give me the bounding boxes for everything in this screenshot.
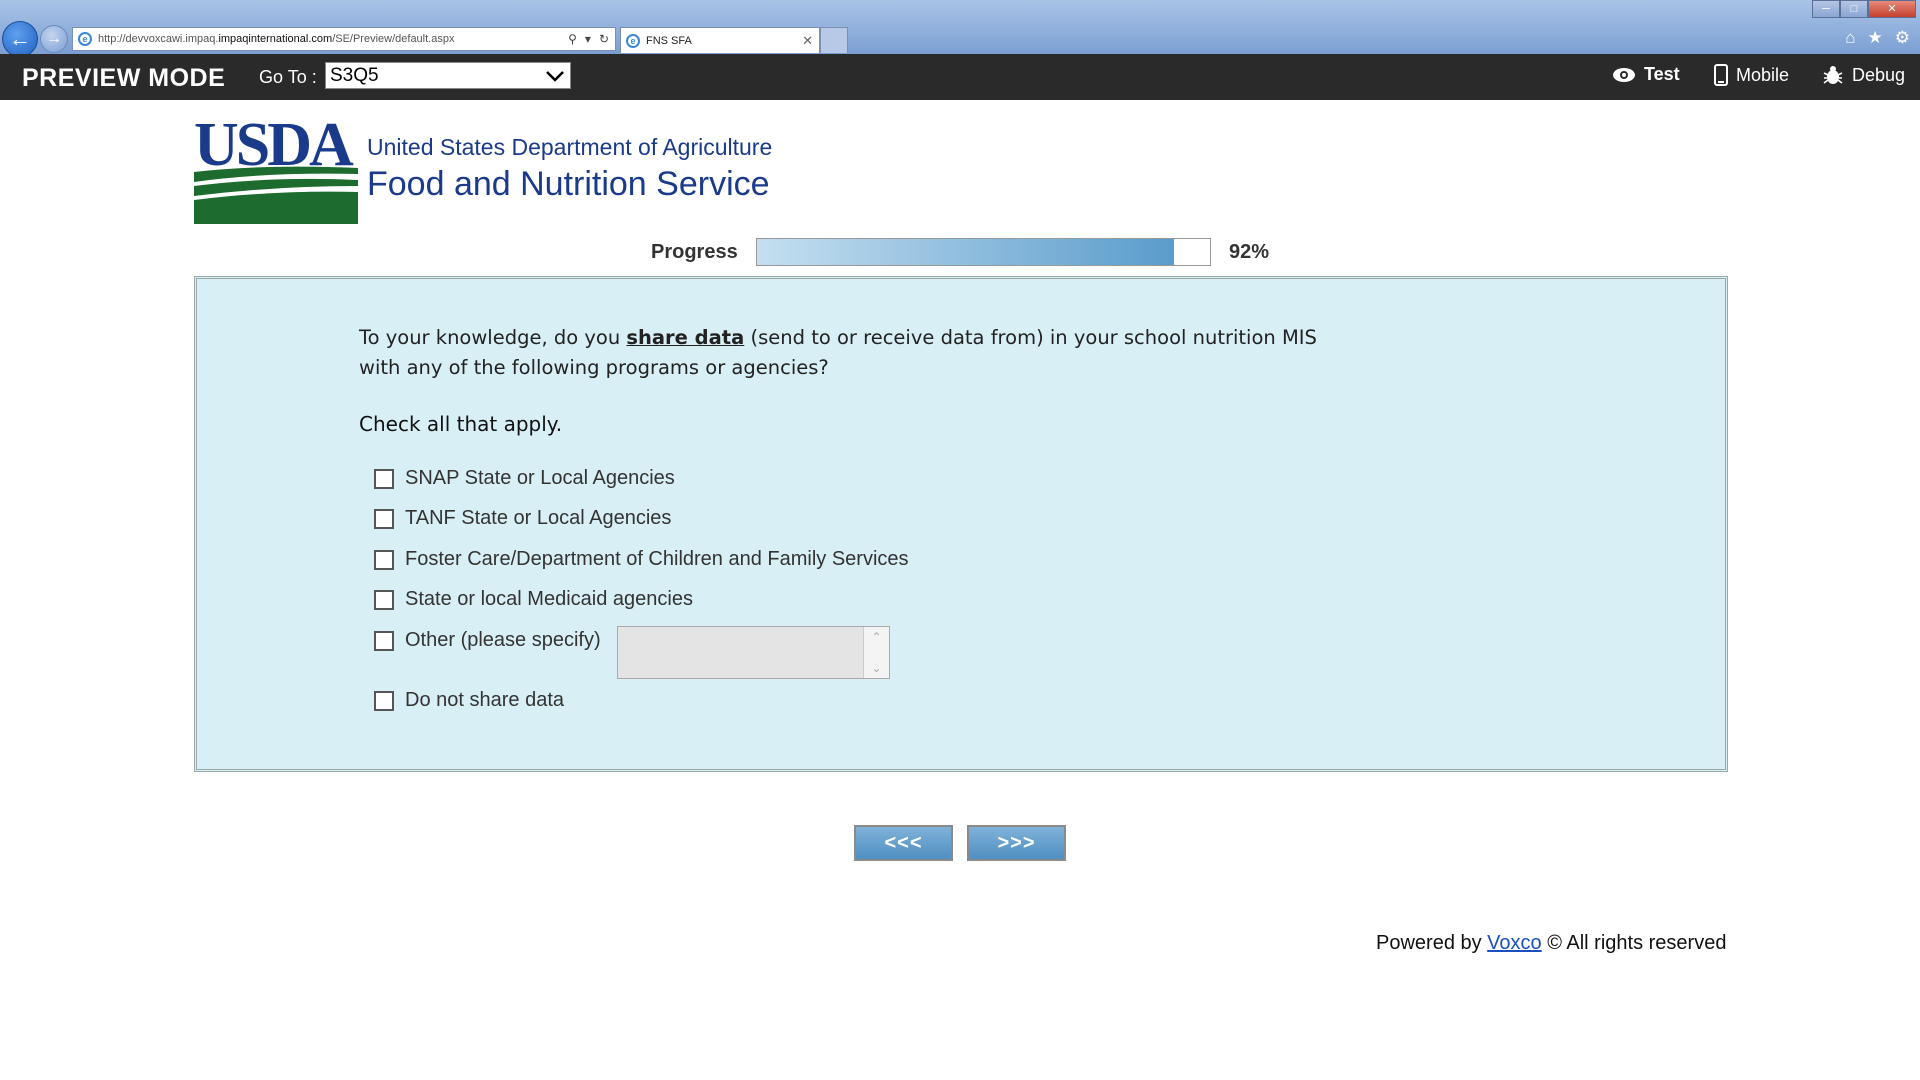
- eye-icon: [1613, 67, 1635, 82]
- progress-label: Progress: [651, 241, 738, 263]
- instruction-text: Check all that apply.: [359, 412, 563, 436]
- goto-select[interactable]: S3Q5: [325, 62, 571, 89]
- option-label: State or local Medicaid agencies: [405, 588, 693, 610]
- debug-mode-label: Debug: [1852, 64, 1906, 85]
- tab-title: FNS SFA: [646, 34, 692, 47]
- textarea-scrollbar[interactable]: ⌃ ⌄: [863, 627, 889, 678]
- option-label: Other (please specify): [405, 629, 601, 651]
- option-medicaid[interactable]: State or local Medicaid agencies: [374, 588, 693, 611]
- progress-bar: [756, 238, 1211, 266]
- search-icon[interactable]: ⚲: [568, 32, 577, 46]
- goto-label: Go To :: [259, 67, 317, 87]
- service-name: Food and Nutrition Service: [367, 165, 770, 203]
- preview-toolbar: PREVIEW MODE Go To : S3Q5 Test Mobile De…: [0, 54, 1920, 100]
- dropdown-icon[interactable]: ▾: [585, 32, 591, 46]
- option-label: SNAP State or Local Agencies: [405, 467, 675, 489]
- previous-button[interactable]: <<<: [854, 825, 953, 861]
- progress-percent: 92%: [1229, 241, 1270, 263]
- scroll-up-icon[interactable]: ⌃: [871, 630, 881, 644]
- scroll-down-icon[interactable]: ⌄: [871, 661, 881, 675]
- progress-fill: [757, 239, 1174, 265]
- home-icon[interactable]: ⌂: [1845, 28, 1855, 48]
- checkbox-other[interactable]: [374, 630, 394, 651]
- favorites-star-icon[interactable]: ★: [1868, 28, 1883, 48]
- chevron-down-icon: [546, 70, 564, 82]
- checkbox-medicaid[interactable]: [374, 589, 394, 610]
- checkbox-tanf[interactable]: [374, 508, 394, 529]
- mobile-mode-button[interactable]: Mobile: [1714, 64, 1789, 86]
- option-tanf[interactable]: TANF State or Local Agencies: [374, 507, 671, 530]
- refresh-icon[interactable]: ↻: [599, 32, 609, 46]
- goto-select-value: S3Q5: [330, 64, 379, 86]
- test-mode-button[interactable]: Test: [1612, 64, 1680, 85]
- arrow-right-icon: →: [46, 30, 62, 47]
- usda-logo: USDA: [194, 112, 358, 224]
- option-foster-care[interactable]: Foster Care/Department of Children and F…: [374, 548, 909, 571]
- arrow-left-icon: ←: [9, 26, 31, 51]
- close-icon[interactable]: ✕: [802, 33, 813, 49]
- mobile-mode-label: Mobile: [1736, 64, 1790, 85]
- address-bar[interactable]: e http://devvoxcawi.impaq.impaqinternati…: [72, 27, 616, 51]
- browser-tab[interactable]: e FNS SFA ✕: [620, 27, 820, 53]
- option-other[interactable]: Other (please specify): [374, 629, 601, 652]
- option-snap[interactable]: SNAP State or Local Agencies: [374, 467, 675, 490]
- settings-gear-icon[interactable]: ⚙: [1895, 28, 1910, 48]
- next-button[interactable]: >>>: [967, 825, 1066, 861]
- browser-chrome: ← → e http://devvoxcawi.impaq.impaqinter…: [0, 0, 1920, 57]
- window-close-icon[interactable]: ✕: [1868, 0, 1916, 18]
- ie-icon: e: [626, 33, 640, 48]
- mobile-phone-icon: [1714, 64, 1728, 86]
- url-text: http://devvoxcawi.impaq.impaqinternation…: [98, 33, 455, 45]
- option-label: Foster Care/Department of Children and F…: [405, 548, 909, 570]
- option-do-not-share[interactable]: Do not share data: [374, 689, 564, 712]
- question-panel: To your knowledge, do you share data (se…: [194, 276, 1728, 772]
- voxco-link[interactable]: Voxco: [1487, 932, 1541, 954]
- share-data-term: share data: [626, 326, 745, 349]
- footer: Powered by Voxco © All rights reserved: [1376, 932, 1727, 954]
- debug-mode-button[interactable]: Debug: [1822, 64, 1905, 86]
- forward-button[interactable]: →: [40, 25, 68, 53]
- option-label: TANF State or Local Agencies: [405, 507, 672, 529]
- other-specify-textarea[interactable]: ⌃ ⌄: [617, 626, 890, 679]
- checkbox-do-not-share[interactable]: [374, 690, 394, 711]
- bug-icon: [1823, 66, 1843, 84]
- minimize-icon[interactable]: ─: [1812, 0, 1840, 18]
- test-mode-label: Test: [1644, 64, 1680, 84]
- ie-icon: e: [78, 32, 92, 46]
- agency-name: United States Department of Agriculture: [367, 134, 773, 160]
- checkbox-snap[interactable]: [374, 468, 394, 489]
- preview-mode-title: PREVIEW MODE: [22, 64, 226, 92]
- question-text: To your knowledge, do you share data (se…: [359, 326, 1317, 379]
- option-label: Do not share data: [405, 689, 564, 711]
- new-tab-button[interactable]: [820, 27, 848, 53]
- maximize-icon[interactable]: □: [1840, 0, 1868, 18]
- checkbox-foster-care[interactable]: [374, 549, 394, 570]
- back-button[interactable]: ←: [2, 21, 38, 57]
